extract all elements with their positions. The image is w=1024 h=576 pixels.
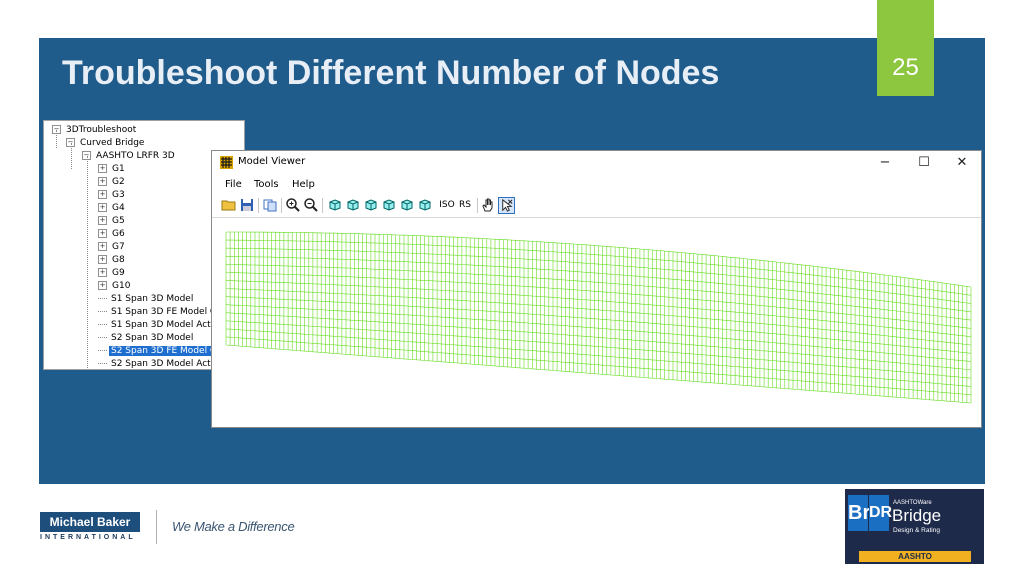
brdr-logo: Br DR AASHTOWare Bridge Design & Rating … bbox=[845, 489, 984, 564]
expand-icon[interactable]: + bbox=[98, 255, 107, 264]
expand-icon[interactable]: + bbox=[98, 177, 107, 186]
view-cube-4-icon[interactable] bbox=[381, 197, 397, 213]
tree-connector bbox=[98, 337, 107, 338]
tree-item[interactable]: S1 Span 3D FE Model Gra bbox=[98, 306, 228, 319]
view-cube-6-icon[interactable] bbox=[417, 197, 433, 213]
tree-guide-line bbox=[56, 130, 57, 148]
tree-item[interactable]: −3DTroubleshoot bbox=[52, 124, 138, 137]
footer-divider bbox=[156, 510, 157, 544]
minimize-button[interactable]: − bbox=[870, 153, 900, 173]
expand-icon[interactable]: + bbox=[98, 281, 107, 290]
expand-icon[interactable]: + bbox=[98, 216, 107, 225]
tree-connector bbox=[98, 298, 107, 299]
title-bar[interactable]: Model Viewer − ☐ ✕ bbox=[212, 151, 981, 175]
tree-guide-line bbox=[71, 143, 72, 169]
zoom-in-icon[interactable] bbox=[285, 197, 301, 213]
tree-item[interactable]: S2 Span 3D FE Model Gra bbox=[98, 345, 229, 358]
pan-hand-icon[interactable] bbox=[480, 197, 496, 213]
tree-connector bbox=[98, 363, 107, 364]
open-icon[interactable] bbox=[221, 197, 237, 213]
tree-item[interactable]: + G6 bbox=[98, 228, 127, 241]
tree-item[interactable]: − AASHTO LRFR 3D bbox=[82, 150, 177, 163]
page-number: 25 bbox=[892, 54, 919, 81]
tree-item-label: G6 bbox=[112, 229, 125, 239]
reset-view-button[interactable]: RS bbox=[456, 197, 474, 213]
brdr-product: Bridge bbox=[892, 506, 942, 525]
tree-item[interactable]: + G1 bbox=[98, 163, 127, 176]
tagline: We Make a Difference bbox=[172, 519, 295, 534]
michael-baker-logo: Michael Baker bbox=[40, 512, 140, 532]
brdr-org: AASHTO bbox=[859, 551, 971, 562]
model-viewer-window: Model Viewer − ☐ ✕ File Tools Help ISO R… bbox=[211, 150, 982, 428]
toolbar-separator bbox=[281, 198, 282, 213]
tree-item[interactable]: − Curved Bridge bbox=[66, 137, 146, 150]
view-cube-1-icon[interactable] bbox=[327, 197, 343, 213]
tree-item-label: G1 bbox=[112, 164, 125, 174]
tree-item[interactable]: + G3 bbox=[98, 189, 127, 202]
maximize-button[interactable]: ☐ bbox=[909, 153, 939, 173]
tree-item[interactable]: + G9 bbox=[98, 267, 127, 280]
tree-item-label: G5 bbox=[112, 216, 125, 226]
save-icon[interactable] bbox=[239, 197, 255, 213]
page-number-tab: 25 bbox=[877, 0, 934, 96]
expand-icon[interactable]: + bbox=[98, 242, 107, 251]
close-button[interactable]: ✕ bbox=[947, 153, 977, 173]
tree-item-label: Curved Bridge bbox=[80, 138, 145, 148]
toolbar: ISO RS bbox=[212, 195, 981, 218]
menu-bar: File Tools Help bbox=[212, 177, 981, 195]
iso-view-button[interactable]: ISO bbox=[438, 197, 456, 213]
tree-guide-line bbox=[87, 156, 88, 369]
tree-item-label: 3DTroubleshoot bbox=[66, 125, 137, 135]
toolbar-separator bbox=[477, 198, 478, 213]
tree-item[interactable]: + G10 bbox=[98, 280, 132, 293]
app-icon bbox=[220, 156, 233, 169]
expand-icon[interactable]: + bbox=[98, 203, 107, 212]
toolbar-separator bbox=[258, 198, 259, 213]
view-cube-2-icon[interactable] bbox=[345, 197, 361, 213]
view-cube-3-icon[interactable] bbox=[363, 197, 379, 213]
tree-item[interactable]: + G5 bbox=[98, 215, 127, 228]
expand-icon[interactable]: + bbox=[98, 164, 107, 173]
tree-item-label: S1 Span 3D Model bbox=[111, 294, 194, 304]
model-canvas[interactable] bbox=[213, 218, 980, 426]
expand-icon[interactable]: + bbox=[98, 229, 107, 238]
menu-help[interactable]: Help bbox=[292, 179, 315, 190]
window-title: Model Viewer bbox=[238, 156, 306, 167]
tree-item-label: G9 bbox=[112, 268, 125, 278]
fe-mesh bbox=[225, 231, 972, 404]
tree-item[interactable]: + G2 bbox=[98, 176, 127, 189]
brdr-subtitle: Design & Rating bbox=[893, 527, 940, 534]
mesh-lines bbox=[225, 231, 972, 404]
copy-icon[interactable] bbox=[262, 197, 278, 213]
tree-item-label: G7 bbox=[112, 242, 125, 252]
tree-item-label: G3 bbox=[112, 190, 125, 200]
michael-baker-logo-sub: INTERNATIONAL bbox=[40, 534, 136, 541]
tree-item[interactable]: + G8 bbox=[98, 254, 127, 267]
view-cube-5-icon[interactable] bbox=[399, 197, 415, 213]
tree-connector bbox=[98, 311, 107, 312]
menu-tools[interactable]: Tools bbox=[254, 179, 279, 190]
tree-item-label: G2 bbox=[112, 177, 125, 187]
tree-connector bbox=[98, 350, 107, 351]
toolbar-separator bbox=[322, 198, 323, 213]
tree-item-label: G4 bbox=[112, 203, 125, 213]
slide-title: Troubleshoot Different Number of Nodes bbox=[62, 54, 720, 92]
expand-icon[interactable]: + bbox=[98, 190, 107, 199]
tree-item[interactable]: + G4 bbox=[98, 202, 127, 215]
tree-item[interactable]: S2 Span 3D Model bbox=[98, 332, 195, 345]
tree-item-label: G8 bbox=[112, 255, 125, 265]
zoom-out-icon[interactable] bbox=[303, 197, 319, 213]
brdr-mark-br: Br bbox=[848, 495, 870, 531]
brdr-mark-dr: DR bbox=[869, 495, 892, 531]
select-pointer-icon[interactable] bbox=[498, 197, 515, 214]
tree-item[interactable]: S1 Span 3D Model bbox=[98, 293, 195, 306]
tree-item-label: G10 bbox=[112, 281, 131, 291]
tree-item-label: AASHTO LRFR 3D bbox=[96, 151, 175, 161]
expand-icon[interactable]: + bbox=[98, 268, 107, 277]
tree-connector bbox=[98, 324, 107, 325]
tree-item-label: S2 Span 3D Model bbox=[111, 333, 194, 343]
menu-file[interactable]: File bbox=[225, 179, 242, 190]
tree-item[interactable]: + G7 bbox=[98, 241, 127, 254]
